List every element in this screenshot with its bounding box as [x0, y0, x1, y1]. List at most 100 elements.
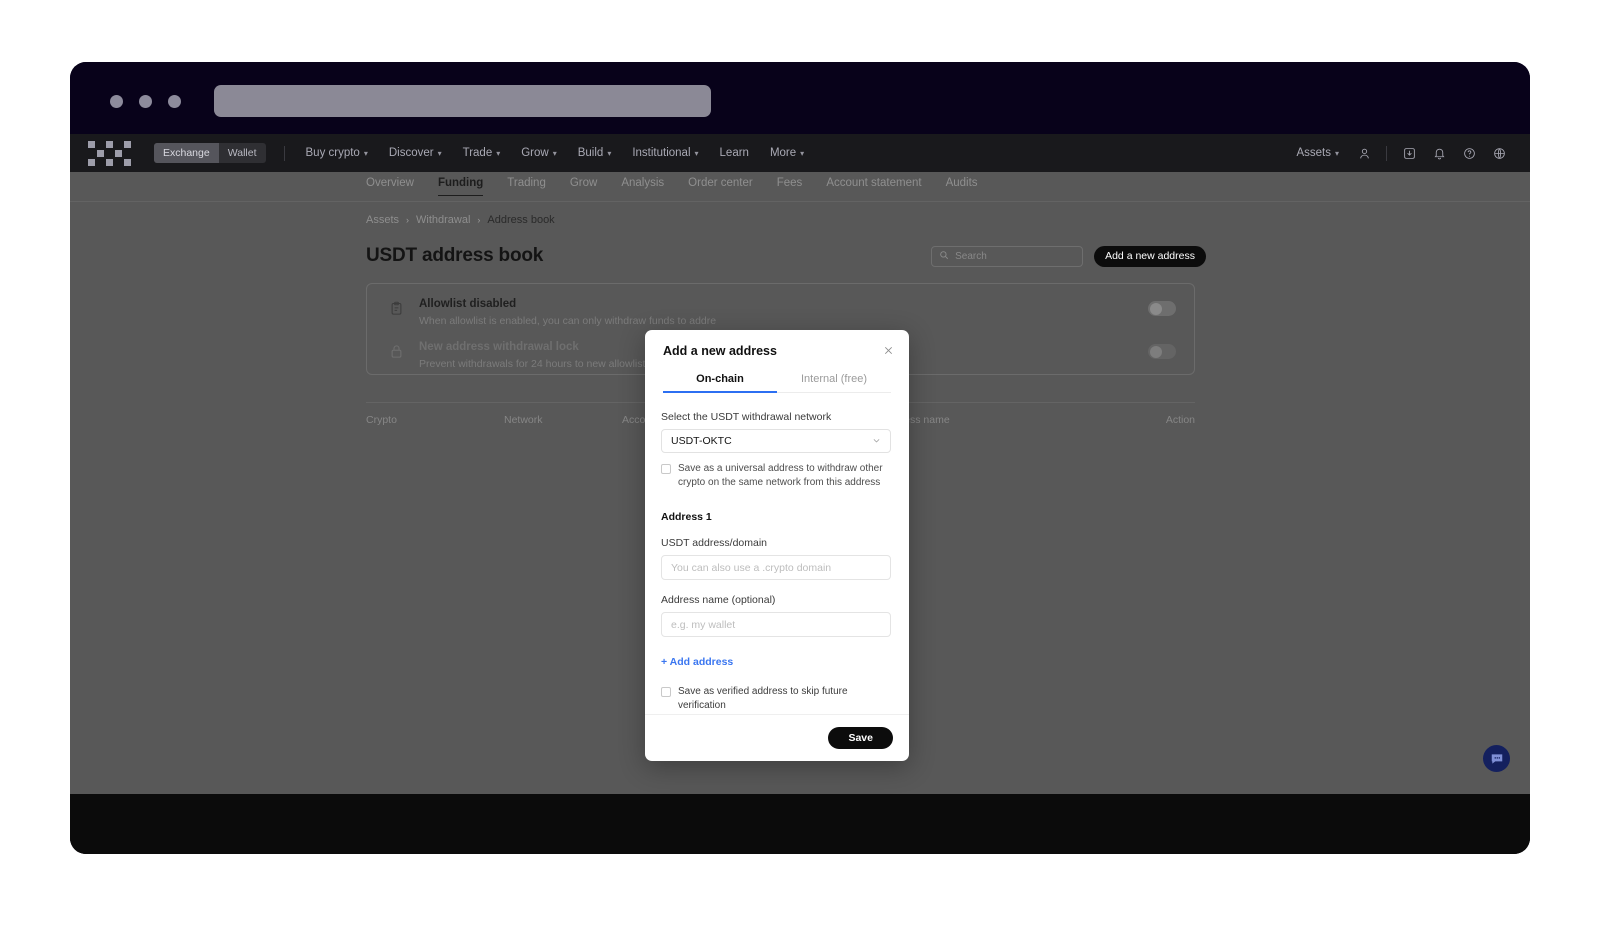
chevron-down-icon: ▾	[694, 148, 699, 158]
nav-item-more[interactable]: More ▾	[770, 147, 804, 159]
nav-item-assets[interactable]: Assets ▾	[1296, 147, 1339, 159]
top-navigation: Exchange Wallet Buy crypto ▾ Discover ▾ …	[70, 134, 1530, 172]
save-button[interactable]: Save	[828, 727, 893, 749]
subnav-item-trading[interactable]: Trading	[507, 177, 546, 196]
allowlist-subtitle: When allowlist is enabled, you can only …	[419, 315, 717, 327]
nav-item-learn[interactable]: Learn	[720, 147, 749, 159]
network-label: Select the USDT withdrawal network	[661, 411, 832, 423]
nav-label: Discover	[388, 147, 434, 159]
window-maximize-button[interactable]	[168, 95, 181, 108]
universal-address-checkbox[interactable]	[661, 463, 671, 474]
address-input[interactable]	[661, 555, 891, 580]
chevron-down-icon: ▾	[437, 148, 442, 158]
page-title: USDT address book	[366, 245, 544, 266]
add-a-new-address-button[interactable]: Add a new address	[1094, 245, 1206, 267]
tab-internal-free[interactable]: Internal (free)	[777, 369, 891, 392]
screenshot-root: Exchange Wallet Buy crypto ▾ Discover ▾ …	[0, 0, 1600, 926]
nav-label: More	[769, 147, 797, 159]
bell-icon[interactable]	[1424, 138, 1454, 168]
allowlist-title: Allowlist disabled	[419, 298, 517, 310]
window-minimize-button[interactable]	[139, 95, 152, 108]
network-selected-value: USDT-OKTC	[671, 435, 732, 447]
chat-bubble-icon[interactable]	[1483, 745, 1510, 772]
address-field-label: USDT address/domain	[661, 537, 768, 549]
universal-address-checkbox-label: Save as a universal address to withdraw …	[678, 463, 883, 488]
column-header-address-name: Address name	[882, 414, 950, 426]
breadcrumb: Assets › Withdrawal › Address book	[366, 214, 1206, 226]
subnav-item-fees[interactable]: Fees	[777, 177, 803, 196]
chevron-down-icon: ▾	[800, 148, 805, 158]
help-icon[interactable]	[1454, 138, 1484, 168]
page-bottom-strip	[70, 794, 1530, 854]
address-name-input[interactable]	[661, 612, 891, 637]
chevron-down-icon	[872, 436, 881, 447]
globe-icon[interactable]	[1484, 138, 1514, 168]
withdrawal-lock-toggle[interactable]	[1148, 344, 1176, 359]
search-placeholder: Search	[955, 250, 987, 262]
subnav-item-audits[interactable]: Audits	[946, 177, 978, 196]
nav-label: Assets	[1296, 147, 1331, 159]
tab-on-chain[interactable]: On-chain	[663, 369, 777, 393]
address-field-group: USDT address/domain	[661, 537, 893, 580]
modal-body: Select the USDT withdrawal network USDT-…	[645, 393, 909, 714]
breadcrumb-item-withdrawal[interactable]: Withdrawal	[416, 214, 470, 226]
universal-address-checkbox-row[interactable]: Save as a universal address to withdraw …	[661, 462, 893, 489]
nav-item-institutional[interactable]: Institutional ▾	[632, 147, 698, 159]
chevron-down-icon: ▾	[363, 148, 368, 158]
subnav-item-analysis[interactable]: Analysis	[621, 177, 664, 196]
browser-url-bar[interactable]	[214, 85, 711, 117]
top-nav-right-group: Assets ▾	[1296, 138, 1514, 168]
column-header-action: Action	[1165, 414, 1195, 426]
verified-address-checkbox-label: Save as verified address to skip future …	[678, 686, 848, 711]
segment-exchange[interactable]: Exchange	[154, 143, 219, 163]
browser-titlebar	[70, 62, 1530, 134]
network-select[interactable]: USDT-OKTC	[661, 429, 891, 453]
chevron-down-icon: ▾	[607, 148, 612, 158]
address-name-field-group: Address name (optional)	[661, 594, 893, 637]
search-input[interactable]: Search	[931, 245, 1084, 267]
subnav-item-account-statement[interactable]: Account statement	[826, 177, 921, 196]
breadcrumb-separator: ›	[477, 215, 481, 225]
nav-label: Build	[577, 147, 604, 159]
breadcrumb-item-address-book: Address book	[487, 214, 555, 226]
segment-wallet[interactable]: Wallet	[219, 143, 266, 163]
breadcrumb-item-assets[interactable]: Assets	[366, 214, 399, 226]
nav-label: Trade	[462, 147, 493, 159]
subnav-item-overview[interactable]: Overview	[366, 177, 414, 196]
modal-tabs: On-chain Internal (free)	[663, 369, 891, 393]
exchange-wallet-toggle[interactable]: Exchange Wallet	[154, 143, 266, 163]
nav-item-trade[interactable]: Trade ▾	[463, 147, 501, 159]
add-new-address-modal: Add a new address On-chain Internal (fre…	[645, 330, 909, 761]
add-address-link[interactable]: + Add address	[661, 656, 733, 668]
subnav-item-order-center[interactable]: Order center	[688, 177, 753, 196]
allowlist-toggle[interactable]	[1148, 301, 1176, 316]
modal-title: Add a new address	[663, 344, 777, 358]
page-actions: Search Add a new address	[931, 245, 1206, 267]
verified-address-checkbox-row[interactable]: Save as verified address to skip future …	[661, 685, 893, 712]
user-icon[interactable]	[1349, 138, 1379, 168]
modal-header: Add a new address On-chain Internal (fre…	[645, 330, 909, 393]
deposit-icon[interactable]	[1394, 138, 1424, 168]
close-icon[interactable]	[880, 342, 896, 358]
address-name-field-label: Address name (optional)	[661, 594, 776, 606]
column-header-network: Network	[504, 414, 543, 426]
subnav-item-funding[interactable]: Funding	[437, 177, 484, 196]
nav-item-discover[interactable]: Discover ▾	[389, 147, 442, 159]
column-header-crypto: Crypto	[366, 414, 397, 426]
nav-item-grow[interactable]: Grow ▾	[521, 147, 557, 159]
search-icon	[939, 247, 949, 265]
address-section-title: Address 1	[661, 511, 712, 523]
browser-window: Exchange Wallet Buy crypto ▾ Discover ▾ …	[70, 62, 1530, 854]
verified-address-checkbox[interactable]	[661, 686, 671, 697]
nav-item-buy-crypto[interactable]: Buy crypto ▾	[306, 147, 368, 159]
nav-item-build[interactable]: Build ▾	[578, 147, 612, 159]
nav-divider	[283, 145, 285, 161]
lock-icon	[385, 340, 407, 362]
clipboard-icon	[385, 297, 407, 319]
nav-label: Institutional	[632, 147, 691, 159]
nav-label: Learn	[719, 147, 749, 159]
okx-logo-icon[interactable]	[88, 140, 131, 166]
modal-footer: Save	[645, 714, 909, 761]
window-close-button[interactable]	[110, 95, 123, 108]
subnav-item-grow[interactable]: Grow	[570, 177, 597, 196]
